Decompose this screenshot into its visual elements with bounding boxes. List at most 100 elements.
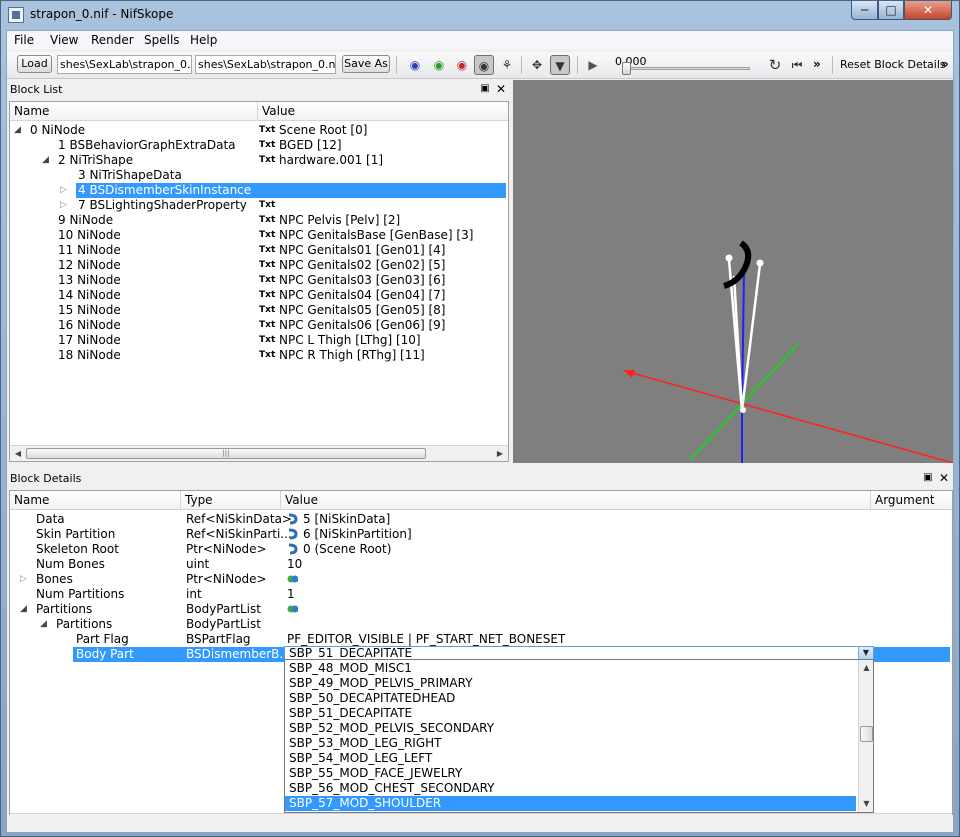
scroll-down-icon[interactable]: ▼ (860, 797, 873, 810)
dropdown-option[interactable]: SBP_55_MOD_FACE_JEWELRY (285, 766, 856, 781)
detail-row[interactable]: Part Flag BSPartFlag PF_EDITOR_VISIBLE | P… (10, 632, 952, 647)
tree-row[interactable]: 17 NiNode Txt NPC L Thigh [LThg] [10] (10, 333, 508, 348)
switch-animation-icon[interactable]: ⏮ (787, 55, 807, 75)
column-header-value[interactable]: Value (258, 102, 508, 121)
tree-row[interactable]: 10 NiNode Txt NPC GenitalsBase [GenBase] [… (10, 228, 508, 243)
chevron-down-icon[interactable]: ▼ (858, 647, 873, 659)
view-menu-dropdown-icon[interactable]: ▼ (550, 55, 570, 75)
maximize-button[interactable]: □ (878, 1, 904, 20)
detail-row[interactable]: Num Bones uint 10 (10, 557, 952, 572)
block-details-close-icon[interactable]: ✕ (938, 472, 950, 484)
reset-block-details-button[interactable]: Reset Block Details (840, 58, 946, 71)
block-link-icon[interactable] (287, 528, 298, 540)
title-bar[interactable]: strapon_0.nif - NifSkope ─ □ ✕ (1, 1, 959, 29)
tree-row[interactable]: 1 BSBehaviorGraphExtraData Txt BGED [12] (10, 138, 508, 153)
block-link-icon[interactable] (287, 543, 298, 555)
minimize-button[interactable]: ─ (851, 1, 878, 20)
column-header-name[interactable]: Name (10, 491, 181, 510)
dropdown-option[interactable]: SBP_48_MOD_MISC1 (285, 661, 856, 676)
body-part-combobox[interactable]: SBP_51_DECAPITATE ▼ (284, 646, 874, 660)
tree-row[interactable]: 12 NiNode Txt NPC Genitals02 [Gen02] [5] (10, 258, 508, 273)
scroll-left-icon[interactable]: ◀ (12, 448, 24, 460)
close-window-button[interactable]: ✕ (904, 1, 952, 20)
animation-slider-handle[interactable] (622, 62, 631, 75)
view-user-eye-icon[interactable]: ◉ (474, 55, 494, 75)
menu-render[interactable]: Render (91, 33, 134, 47)
detail-row[interactable]: Skin Partition Ref<NiSkinParti... 6 [NiSki… (10, 527, 952, 542)
axes-toggle-icon[interactable]: ✥ (527, 55, 547, 75)
block-list-close-icon[interactable]: ✕ (495, 83, 507, 95)
tree-expanded-icon[interactable]: ◢ (42, 153, 49, 168)
3d-render-viewport[interactable] (513, 80, 954, 464)
tree-collapsed-icon[interactable]: ▷ (60, 198, 67, 213)
scroll-right-icon[interactable]: ▶ (494, 448, 506, 460)
dropdown-option[interactable]: SBP_51_DECAPITATE (285, 706, 856, 721)
field-value: 6 [NiSkinPartition] (303, 527, 412, 541)
menu-file[interactable]: File (14, 33, 34, 47)
column-header-value[interactable]: Value (281, 491, 871, 510)
tree-row[interactable]: 15 NiNode Txt NPC Genitals05 [Gen05] [8] (10, 303, 508, 318)
tree-collapsed-icon[interactable]: ▷ (20, 572, 27, 587)
toolbar-overflow-button[interactable]: » (813, 57, 821, 71)
menu-help[interactable]: Help (190, 33, 217, 47)
block-details-float-icon[interactable]: ▣ (922, 472, 934, 484)
dropdown-option[interactable]: SBP_52_MOD_PELVIS_SECONDARY (285, 721, 856, 736)
dropdown-option[interactable]: SBP_57_MOD_SHOULDER (285, 796, 856, 811)
loop-animation-icon[interactable]: ↻ (765, 55, 785, 75)
dropdown-option[interactable]: SBP_50_DECAPITATEDHEAD (285, 691, 856, 706)
tree-row[interactable]: 14 NiNode Txt NPC Genitals04 [Gen04] [7] (10, 288, 508, 303)
block-list-float-icon[interactable]: ▣ (479, 83, 491, 95)
dropdown-option[interactable]: SBP_49_MOD_PELVIS_PRIMARY (285, 676, 856, 691)
detail-row[interactable]: Data Ref<NiSkinData> 5 [NiSkinData] (10, 512, 952, 527)
view-front-eye-icon[interactable]: ◉ (429, 55, 449, 75)
tree-row[interactable]: ▷ 4 BSDismemberSkinInstance (10, 183, 508, 198)
column-header-name[interactable]: Name (10, 102, 258, 121)
toolbar-overflow-button-2[interactable]: » (941, 57, 949, 71)
save-as-button[interactable]: Save As (342, 55, 390, 73)
load-path-field[interactable]: shes\SexLab\strapon_0.nif (57, 55, 192, 74)
scroll-up-icon[interactable]: ▲ (860, 661, 873, 674)
view-side-eye-icon[interactable]: ◉ (452, 55, 472, 75)
array-link-icon[interactable] (287, 603, 298, 615)
block-details-tree[interactable]: Name Type Value Argument Data Ref<NiSkinD… (9, 490, 953, 830)
tree-row[interactable]: ◢ 0 NiNode Txt Scene Root [0] (10, 123, 508, 138)
tree-row[interactable]: 9 NiNode Txt NPC Pelvis [Pelv] [2] (10, 213, 508, 228)
scroll-thumb[interactable]: ||| (26, 448, 426, 459)
tree-row[interactable]: 11 NiNode Txt NPC Genitals01 [Gen01] [4] (10, 243, 508, 258)
tree-expanded-icon[interactable]: ◢ (40, 617, 47, 632)
play-animation-icon[interactable]: ▶ (583, 55, 603, 75)
tree-collapsed-icon[interactable]: ▷ (60, 183, 67, 198)
dropdown-option[interactable]: SBP_54_MOD_LEG_LEFT (285, 751, 856, 766)
detail-row[interactable]: Num Partitions int 1 (10, 587, 952, 602)
menu-view[interactable]: View (50, 33, 78, 47)
array-link-icon[interactable] (287, 573, 298, 585)
tree-row[interactable]: 3 NiTriShapeData (10, 168, 508, 183)
scroll-thumb[interactable] (860, 726, 873, 742)
tree-row[interactable]: 13 NiNode Txt NPC Genitals03 [Gen03] [6] (10, 273, 508, 288)
block-list-tree[interactable]: Name Value ◢ 0 NiNode Txt Scene Root [0] 1 B… (9, 101, 509, 462)
block-link-icon[interactable] (287, 513, 298, 525)
block-list-horizontal-scrollbar[interactable]: ◀ ||| ▶ (10, 445, 508, 461)
animation-time-slider[interactable] (624, 67, 750, 70)
column-header-argument[interactable]: Argument (871, 491, 952, 510)
dropdown-option[interactable]: SBP_53_MOD_LEG_RIGHT (285, 736, 856, 751)
load-button[interactable]: Load (17, 55, 52, 73)
dropdown-option[interactable]: SBP_56_MOD_CHEST_SECONDARY (285, 781, 856, 796)
detail-row[interactable]: ◢ Partitions BodyPartList (10, 617, 952, 632)
view-top-eye-icon[interactable]: ◉ (405, 55, 425, 75)
tree-row[interactable]: 18 NiNode Txt NPC R Thigh [RThg] [11] (10, 348, 508, 363)
menu-spells[interactable]: Spells (144, 33, 180, 47)
body-part-dropdown-list[interactable]: SBP_48_MOD_MISC1 SBP_49_MOD_PELVIS_PRIMAR… (284, 659, 874, 813)
tree-expanded-icon[interactable]: ◢ (20, 602, 27, 617)
tree-row[interactable]: 16 NiNode Txt NPC Genitals06 [Gen06] [9] (10, 318, 508, 333)
tree-row[interactable]: ▷ 7 BSLightingShaderProperty Txt (10, 198, 508, 213)
dropdown-vertical-scrollbar[interactable]: ▲ ▼ (858, 660, 873, 812)
save-path-field[interactable]: shes\SexLab\strapon_0.nif (195, 55, 336, 74)
tree-row[interactable]: ◢ 2 NiTriShape Txt hardware.001 [1] (10, 153, 508, 168)
detail-row[interactable]: ◢ Partitions BodyPartList (10, 602, 952, 617)
walk-mode-footprints-icon[interactable]: ⚘ (497, 55, 517, 75)
detail-row[interactable]: ▷ Bones Ptr<NiNode> (10, 572, 952, 587)
tree-expanded-icon[interactable]: ◢ (14, 123, 21, 138)
column-header-type[interactable]: Type (181, 491, 281, 510)
detail-row[interactable]: Skeleton Root Ptr<NiNode> 0 (Scene Root) (10, 542, 952, 557)
